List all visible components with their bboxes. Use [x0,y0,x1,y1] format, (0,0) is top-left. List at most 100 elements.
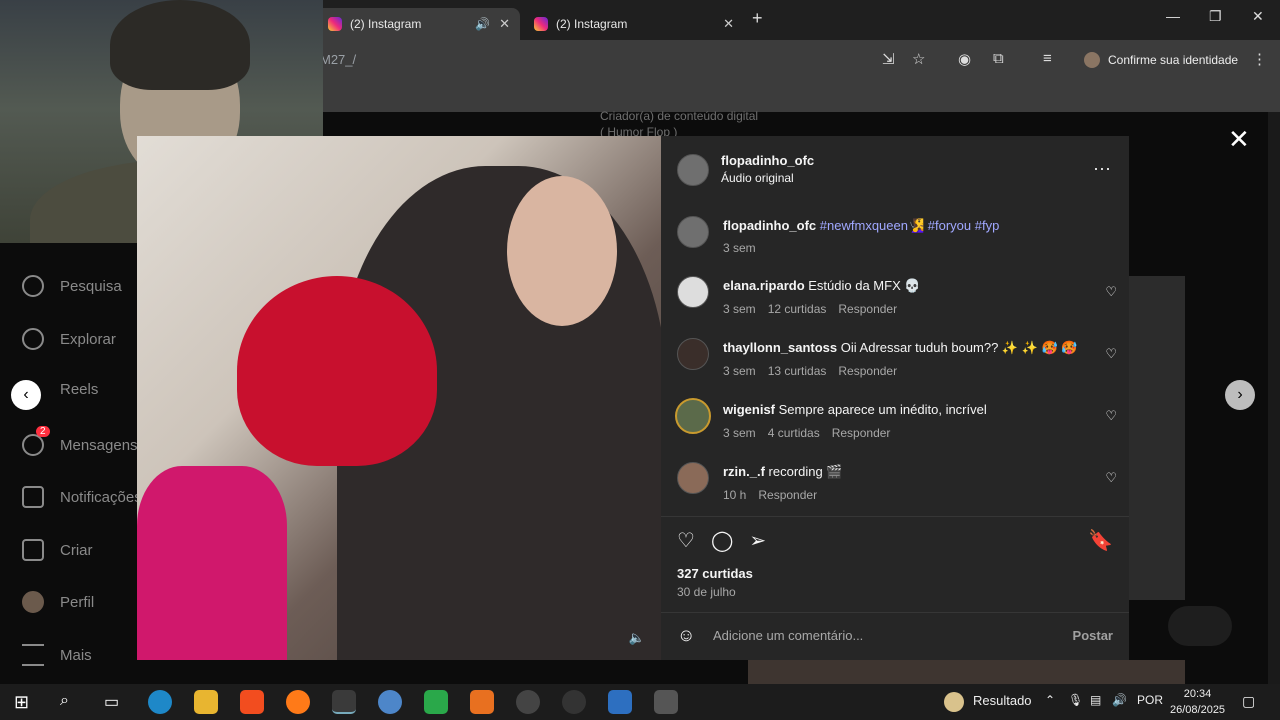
avatar[interactable] [675,398,711,434]
windows-start-icon[interactable]: ⊞ [14,692,29,713]
new-tab-button[interactable]: + [752,8,763,29]
reel-video[interactable]: 🔈 [137,136,661,660]
media-control-icon[interactable]: ≡ [1043,50,1052,67]
comment-item: thayllonn_santoss Oii Adressar tuduh bou… [723,340,1093,356]
reply-button[interactable]: Responder [838,364,897,378]
install-app-icon[interactable]: ⇲ [882,50,895,68]
messages-bubble[interactable] [1168,606,1232,646]
puzzle-icon[interactable]: ⧉ [993,50,1004,67]
profile-button[interactable]: Confirme sua identidade [1076,46,1248,74]
address-bar[interactable]: M27_/ [320,52,356,67]
app-icon[interactable] [562,690,586,714]
reply-button[interactable]: Responder [758,488,817,502]
brave-icon[interactable] [240,690,264,714]
minimize-icon[interactable]: — [1166,8,1180,24]
avatar[interactable] [677,338,709,370]
close-modal-icon[interactable]: ✕ [1228,124,1250,155]
video-person-left [137,466,287,660]
file-explorer-icon[interactable] [194,690,218,714]
volume-icon[interactable]: 🔊 [1112,693,1127,707]
heart-icon [22,486,44,508]
speaker-icon[interactable]: 🔊 [475,17,490,31]
caption-hashtags[interactable]: #newfmxqueen🧏‍♀️ #foryou #fyp [820,218,1000,233]
chevron-up-icon[interactable]: ⌃ [1045,693,1055,707]
close-tab-icon[interactable]: ✕ [723,16,734,32]
comment-likes[interactable]: 12 curtidas [768,302,827,316]
close-window-icon[interactable]: ✕ [1252,8,1264,25]
avatar[interactable] [677,216,709,248]
audio-label[interactable]: Áudio original [721,171,814,185]
close-tab-icon[interactable]: ✕ [499,16,510,32]
author-username[interactable]: flopadinho_ofc [721,153,814,168]
heart-pillow [237,276,437,466]
restore-icon[interactable]: ❐ [1209,8,1222,25]
emoji-icon[interactable]: ☺ [677,625,695,646]
extension-icon[interactable]: ◉ [958,50,971,68]
caption-username[interactable]: flopadinho_ofc [723,218,816,233]
sidebar-item-search[interactable]: Pesquisa [22,275,122,297]
weather-icon[interactable] [944,692,964,712]
page-scrollbar[interactable] [1268,112,1280,684]
weather-label[interactable]: Resultado [973,693,1032,708]
reply-button[interactable]: Responder [832,426,891,440]
like-comment-icon[interactable]: ♡ [1105,408,1117,424]
network-icon[interactable]: ▤ [1090,693,1101,707]
comment-username[interactable]: thayllonn_santoss [723,340,837,355]
reply-button[interactable]: Responder [838,302,897,316]
like-icon[interactable]: ♡ [677,528,695,553]
comment-username[interactable]: rzin._.f [723,464,765,479]
avatar[interactable] [677,154,709,186]
bookmark-star-icon[interactable]: ☆ [912,50,925,68]
caption-time: 3 sem [723,241,756,255]
like-comment-icon[interactable]: ♡ [1105,284,1117,300]
comment-input[interactable]: Adicione um comentário... [713,628,863,643]
obs-icon[interactable] [516,690,540,714]
post-comment-button[interactable]: Postar [1073,628,1113,643]
sidebar-item-more[interactable]: Mais [22,644,92,666]
firefox-icon[interactable] [286,690,310,714]
clock[interactable]: 20:34 26/08/2025 [1170,686,1225,718]
sidebar-item-messages[interactable]: 2 Mensagens [22,426,138,456]
comment-icon[interactable]: ◯ [711,528,733,553]
comment-likes[interactable]: 4 curtidas [768,426,820,440]
avatar[interactable] [677,276,709,308]
more-options-icon[interactable]: ··· [1093,158,1111,179]
sidebar-item-explore[interactable]: Explorar [22,328,116,350]
search-icon[interactable]: ⌕ [60,692,69,710]
sidebar-item-notifications[interactable]: Notificações [22,486,142,508]
chrome-icon[interactable] [332,690,356,714]
volume-icon[interactable]: 🔈 [629,630,645,646]
app-icon[interactable] [608,690,632,714]
kebab-menu-icon[interactable]: ⋮ [1252,50,1267,68]
likes-count[interactable]: 327 curtidas [677,566,753,581]
like-comment-icon[interactable]: ♡ [1105,346,1117,362]
comment-username[interactable]: wigenisf [723,402,775,417]
notifications-icon[interactable]: ▢ [1242,693,1255,710]
edge-icon[interactable] [148,690,172,714]
next-post-arrow[interactable]: › [1225,380,1255,410]
like-comment-icon[interactable]: ♡ [1105,470,1117,486]
post-header: flopadinho_ofc Áudio original [721,153,814,185]
task-view-icon[interactable]: ▭ [104,692,119,712]
sidebar-item-reels[interactable]: Reels [60,381,98,398]
save-bookmark-icon[interactable]: 🔖 [1088,528,1113,553]
fl-studio-icon[interactable] [470,690,494,714]
comment-likes[interactable]: 13 curtidas [768,364,827,378]
tab-instagram-1[interactable]: (2) Instagram 🔊 ✕ [314,8,520,40]
comment-text: Oii Adressar tuduh boum?? ✨ ✨ 🥵 🥵 [840,340,1078,355]
language-indicator[interactable]: POR [1137,693,1163,707]
sidebar-item-label: Reels [60,381,99,398]
sidebar-item-create[interactable]: Criar [22,539,93,561]
tab-instagram-2[interactable]: (2) Instagram ✕ [524,8,744,40]
previous-post-arrow[interactable]: ‹ [11,380,41,410]
share-icon[interactable]: ➢ [749,528,766,553]
app-icon[interactable] [424,690,448,714]
comment-meta: 3 sem 13 curtidas Responder [723,364,909,378]
post-caption: flopadinho_ofc #newfmxqueen🧏‍♀️ #foryou … [723,218,1093,234]
microphone-icon[interactable]: 🎙 [1068,693,1083,707]
qbittorrent-icon[interactable] [378,690,402,714]
sidebar-item-profile[interactable]: Perfil [22,591,94,613]
comment-username[interactable]: elana.ripardo [723,278,805,293]
avatar[interactable] [677,462,709,494]
gamepad-icon[interactable] [654,690,678,714]
